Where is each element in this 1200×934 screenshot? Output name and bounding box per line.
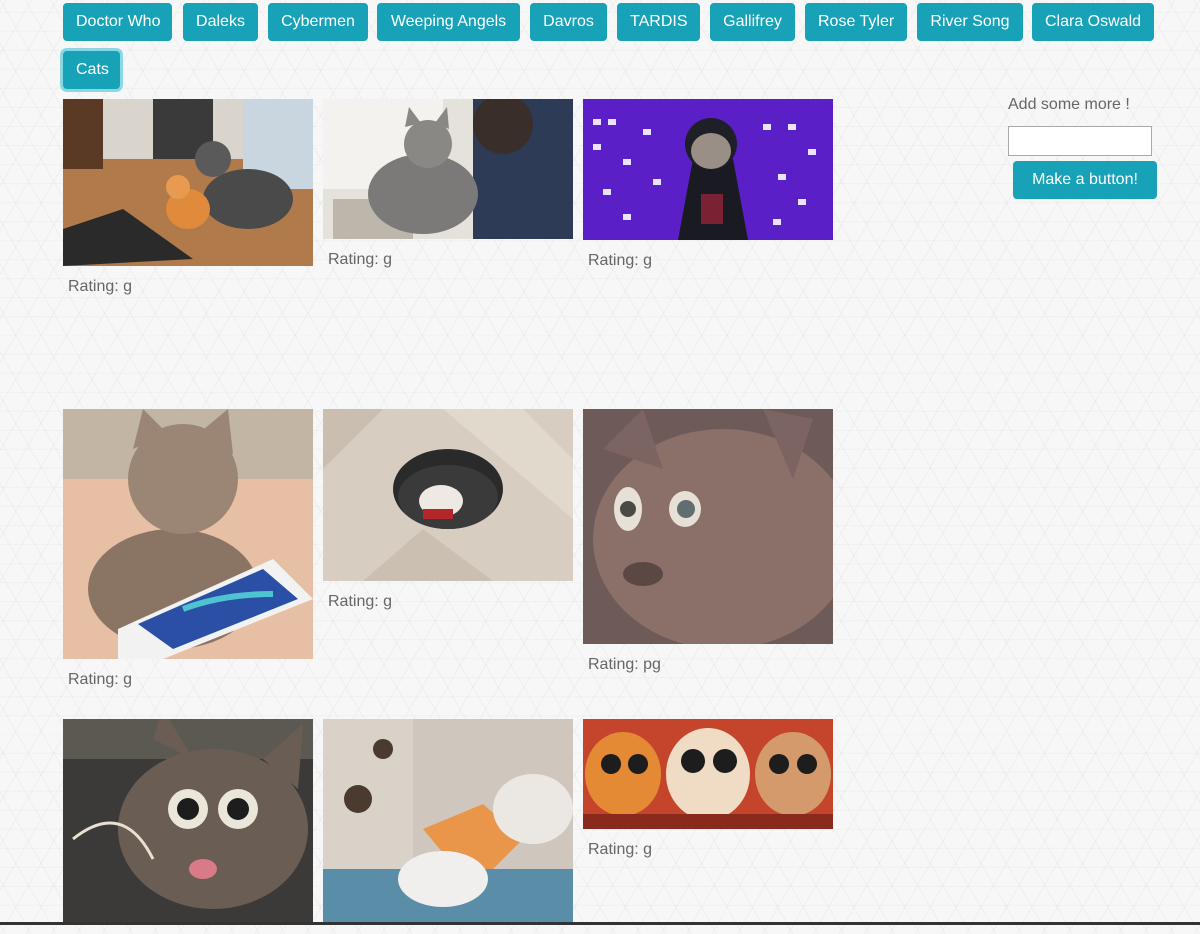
gif-card: Rating: g [323,409,573,611]
gif-card: Rating: g [323,99,573,269]
gif-card: Rating: pg [583,409,833,674]
gif-rating: Rating: pg [588,656,661,673]
gif-image[interactable] [583,719,833,829]
gif-image[interactable] [63,409,313,659]
gif-rating: Rating: g [68,671,133,688]
gif-rating: Rating: g [588,252,653,269]
gif-image[interactable] [323,99,573,239]
topic-button-davros[interactable]: Davros [530,3,607,41]
gif-image[interactable] [323,409,573,581]
add-topic-input[interactable] [1008,126,1152,156]
gif-image[interactable] [323,719,573,922]
gif-card: Rating: g [583,719,833,859]
gif-card [63,719,313,934]
gif-image[interactable] [63,99,313,266]
gif-rating: Rating: g [68,278,133,295]
gif-card: Rating: g [583,99,833,270]
gif-rating: Rating: g [588,841,653,858]
add-topic-label: Add some more ! [1008,96,1130,113]
topic-button-daleks[interactable]: Daleks [183,3,258,41]
topic-button-doctor-who[interactable]: Doctor Who [63,3,172,41]
gif-image[interactable] [583,99,833,240]
gif-rating: Rating: g [328,593,393,610]
gif-card: Rating: g [63,409,313,689]
topic-button-clara-oswald[interactable]: Clara Oswald [1032,3,1154,41]
topic-button-river-song[interactable]: River Song [917,3,1023,41]
gif-image[interactable] [583,409,833,644]
topic-button-gallifrey[interactable]: Gallifrey [710,3,795,41]
topic-button-tardis[interactable]: TARDIS [617,3,700,41]
gif-card: Rating: g [63,99,313,296]
gif-card [323,719,573,934]
gif-rating: Rating: g [328,251,393,268]
make-button[interactable]: Make a button! [1013,161,1157,199]
gif-image[interactable] [63,719,313,922]
topic-button-cats[interactable]: Cats [63,51,120,89]
topic-button-cybermen[interactable]: Cybermen [268,3,368,41]
topic-button-rose-tyler[interactable]: Rose Tyler [805,3,907,41]
topic-button-weeping-angels[interactable]: Weeping Angels [377,3,520,41]
